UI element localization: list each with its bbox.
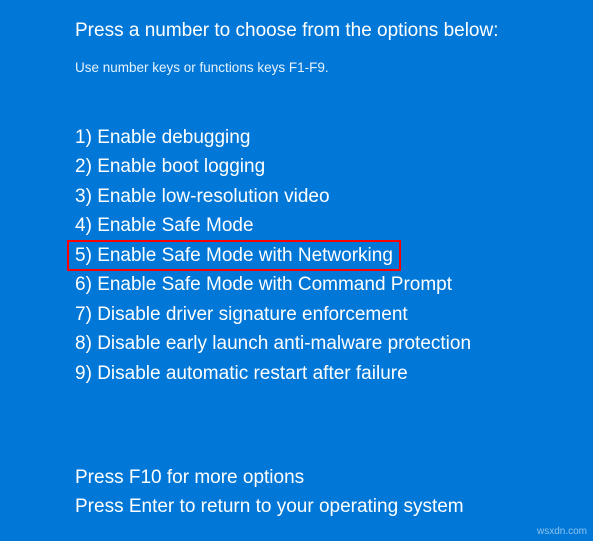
option-4[interactable]: 4) Enable Safe Mode — [75, 211, 593, 240]
footer: Press F10 for more options Press Enter t… — [75, 464, 464, 521]
option-1[interactable]: 1) Enable debugging — [75, 123, 593, 152]
option-6[interactable]: 6) Enable Safe Mode with Command Prompt — [75, 270, 593, 299]
option-label: Enable Safe Mode with Command Prompt — [97, 274, 452, 295]
footer-more-options: Press F10 for more options — [75, 464, 464, 493]
option-label: Disable early launch anti-malware protec… — [97, 333, 471, 354]
option-5[interactable]: 5) Enable Safe Mode with Networking — [75, 241, 593, 270]
option-number: 7) — [75, 304, 92, 325]
option-7[interactable]: 7) Disable driver signature enforcement — [75, 300, 593, 329]
option-label: Disable automatic restart after failure — [97, 363, 407, 384]
option-8[interactable]: 8) Disable early launch anti-malware pro… — [75, 329, 593, 358]
option-3[interactable]: 3) Enable low-resolution video — [75, 182, 593, 211]
option-label: Disable driver signature enforcement — [97, 304, 408, 325]
option-2[interactable]: 2) Enable boot logging — [75, 152, 593, 181]
page-subtitle: Use number keys or functions keys F1-F9. — [75, 60, 593, 75]
page-title: Press a number to choose from the option… — [75, 20, 593, 42]
watermark: wsxdn.com — [537, 526, 587, 537]
option-number: 2) — [75, 156, 92, 177]
option-number: 4) — [75, 215, 92, 236]
option-9[interactable]: 9) Disable automatic restart after failu… — [75, 359, 593, 388]
option-number: 8) — [75, 333, 92, 354]
option-number: 6) — [75, 274, 92, 295]
option-label: Enable debugging — [97, 127, 250, 148]
option-label: Enable Safe Mode — [97, 215, 253, 236]
options-list: 1) Enable debugging 2) Enable boot loggi… — [75, 123, 593, 388]
option-number: 3) — [75, 186, 92, 207]
option-number: 9) — [75, 363, 92, 384]
option-label: Enable boot logging — [97, 156, 265, 177]
option-number: 5) — [75, 245, 92, 266]
option-label: Enable Safe Mode with Networking — [97, 245, 393, 266]
option-number: 1) — [75, 127, 92, 148]
option-label: Enable low-resolution video — [97, 186, 329, 207]
highlight-box: 5) Enable Safe Mode with Networking — [75, 241, 393, 270]
footer-return: Press Enter to return to your operating … — [75, 493, 464, 522]
